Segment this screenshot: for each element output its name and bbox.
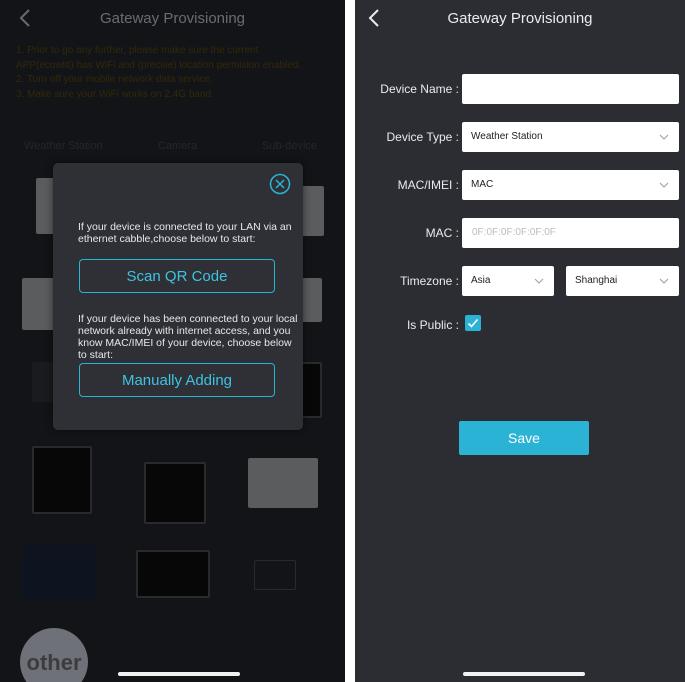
tab-sub-device[interactable]: Sub-device [262, 140, 317, 152]
top-bar: Gateway Provisioning [0, 0, 345, 38]
timezone-label: Timezone : [400, 274, 459, 288]
device-type-label: Device Type : [386, 130, 459, 144]
chevron-down-icon [659, 134, 669, 140]
mac-imei-value: MAC [471, 179, 494, 190]
mac-input[interactable]: 0F:0F:0F:0F:0F:0F [462, 218, 679, 248]
top-bar: Gateway Provisioning [355, 0, 685, 38]
page-title: Gateway Provisioning [99, 10, 246, 27]
device-name-label: Device Name : [380, 82, 459, 96]
chevron-down-icon [659, 182, 669, 188]
timezone-city-value: Shanghai [575, 275, 618, 286]
tab-camera[interactable]: Camera [158, 140, 197, 152]
device-name-input[interactable] [462, 74, 679, 104]
device-thumbnail[interactable] [248, 458, 318, 508]
lan-instruction: If your device is connected to your LAN … [78, 221, 292, 245]
manual-instruction: If your device has been connected to you… [78, 313, 298, 361]
chevron-down-icon [534, 278, 544, 284]
mac-imei-select[interactable]: MAC [462, 170, 679, 200]
add-device-modal: If your device is connected to your LAN … [53, 163, 303, 430]
notice-line: 1. Prior to go any further, please make … [16, 45, 259, 56]
home-indicator [118, 672, 240, 676]
device-type-value: Weather Station [471, 131, 543, 142]
manually-adding-button[interactable]: Manually Adding [79, 363, 275, 397]
close-icon[interactable] [269, 173, 291, 195]
check-icon [467, 318, 479, 328]
left-screen: Gateway Provisioning 1. Prior to go any … [0, 0, 345, 682]
device-thumbnail[interactable] [136, 550, 210, 598]
mac-placeholder: 0F:0F:0F:0F:0F:0F [472, 227, 556, 238]
is-public-label: Is Public : [406, 318, 459, 332]
device-thumbnail[interactable] [22, 278, 56, 330]
other-device-button[interactable]: other [20, 628, 88, 682]
device-tabs: Weather Station Camera Sub-device [0, 140, 345, 156]
is-public-checkbox[interactable] [465, 315, 481, 331]
timezone-region-select[interactable]: Asia [462, 266, 554, 296]
right-screen: Gateway Provisioning Device Name : Devic… [355, 0, 685, 682]
notice-line: APP(ecowitt) has WiFi and (precise) loca… [16, 59, 302, 71]
device-thumbnail[interactable] [22, 545, 96, 599]
tab-weather-station[interactable]: Weather Station [24, 140, 103, 152]
other-label: other [26, 650, 82, 675]
notice-line: 3. Make sure your WiFi works on 2.4G ban… [16, 88, 214, 100]
device-type-select[interactable]: Weather Station [462, 122, 679, 152]
device-thumbnail[interactable] [32, 446, 92, 514]
device-thumbnail[interactable] [254, 560, 296, 590]
page-title: Gateway Provisioning [447, 10, 593, 27]
mac-label: MAC : [425, 226, 459, 240]
timezone-region-value: Asia [471, 275, 491, 286]
home-indicator [463, 672, 585, 676]
notice-text: 1. Prior to go any further, please make … [16, 44, 335, 102]
notice-line: 2. Turn off your mobile network data ser… [16, 74, 213, 85]
save-button[interactable]: Save [459, 421, 589, 455]
timezone-city-select[interactable]: Shanghai [566, 266, 679, 296]
mac-imei-label: MAC/IMEI : [397, 178, 459, 192]
chevron-down-icon [659, 278, 669, 284]
scan-qr-code-button[interactable]: Scan QR Code [79, 259, 275, 293]
device-thumbnail[interactable] [144, 462, 206, 524]
